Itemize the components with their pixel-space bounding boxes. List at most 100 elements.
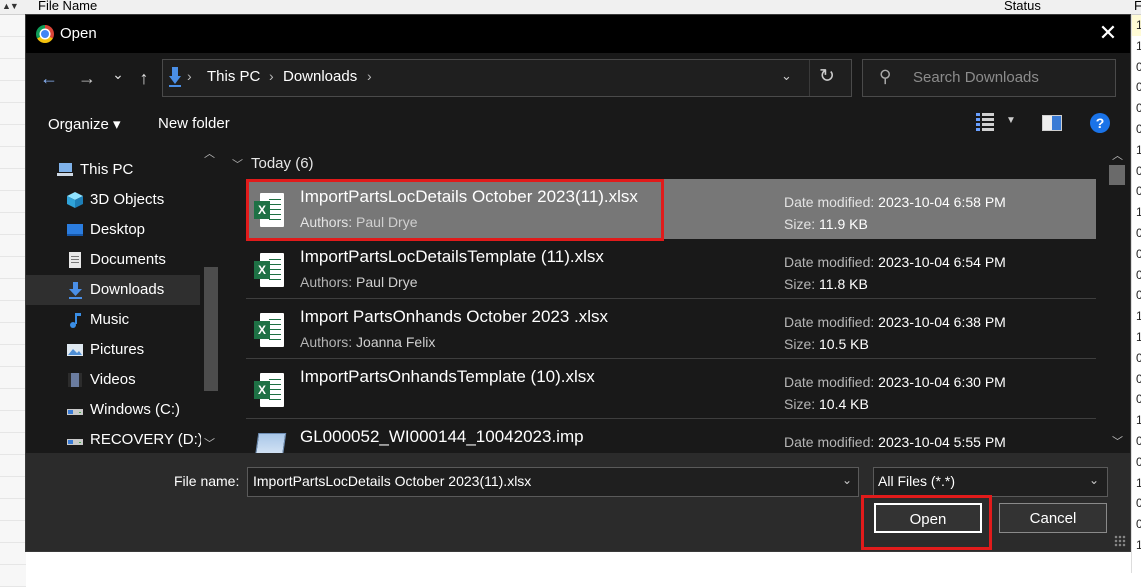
file-row[interactable]: X Import PartsOnhands October 2023 .xlsx A… [246, 299, 1096, 359]
dialog-title: Open [60, 25, 97, 42]
background-row [0, 521, 26, 543]
file-date-modified: Date modified: 2023-10-04 6:38 PM [784, 314, 1006, 330]
sidebar-item-downloads[interactable]: Downloads [26, 275, 200, 305]
file-row[interactable]: GL000052_WI000144_10042023.imp Date modif… [246, 419, 1096, 453]
background-row-strip [0, 15, 26, 587]
file-row[interactable]: X ImportPartsLocDetails October 2023(11).… [246, 179, 1096, 239]
chevron-down-icon[interactable]: ⌄ [1089, 473, 1099, 487]
group-header-today[interactable]: ﹀ Today (6) [232, 155, 314, 172]
file-name[interactable]: Import PartsOnhands October 2023 .xlsx [300, 307, 608, 327]
excel-file-icon: X [254, 373, 284, 407]
background-cell: 0 [1136, 225, 1141, 240]
breadcrumb-separator[interactable]: › [367, 68, 372, 84]
search-input[interactable]: ⚲ Search Downloads [862, 59, 1116, 97]
background-row [0, 565, 26, 587]
file-type-value: All Files (*.*) [878, 473, 956, 489]
close-button[interactable]: ✕ [1096, 19, 1120, 47]
column-header-partial[interactable]: F [1134, 0, 1141, 13]
column-header-file-name[interactable]: File Name [38, 0, 97, 13]
sidebar-item-label: Music [90, 311, 130, 328]
sidebar-item-this-pc[interactable]: This PC [26, 155, 200, 185]
file-name[interactable]: ImportPartsOnhandsTemplate (10).xlsx [300, 367, 595, 387]
address-divider [809, 60, 810, 96]
sort-arrows-icon[interactable]: ▲▼ [2, 1, 19, 11]
column-header-status[interactable]: Status [1004, 0, 1041, 13]
file-list-scrollbar[interactable]: ︿ ﹀ [1106, 143, 1128, 453]
help-icon[interactable]: ? [1090, 113, 1110, 133]
recent-locations-chevron-icon[interactable]: ⌄ [110, 63, 126, 85]
breadcrumb-separator[interactable]: › [269, 68, 274, 84]
breadcrumb-separator[interactable]: › [187, 68, 192, 84]
authors-value: Joanna Felix [356, 334, 436, 350]
size-key: Size: [784, 336, 816, 352]
file-row[interactable]: X ImportPartsOnhandsTemplate (10).xlsx Dat… [246, 359, 1096, 419]
address-bar[interactable]: › This PC › Downloads › ⌄ ↻ [162, 59, 852, 97]
up-arrow-icon[interactable]: ↑ [134, 67, 154, 89]
address-dropdown-icon[interactable]: ⌄ [781, 68, 792, 84]
breadcrumb-this-pc[interactable]: This PC [207, 68, 260, 85]
scroll-up-icon[interactable]: ︿ [1112, 147, 1123, 163]
file-size: Size: 10.5 KB [784, 336, 869, 352]
chevron-down-icon[interactable]: ⌄ [842, 473, 852, 487]
cancel-button[interactable]: Cancel [999, 503, 1107, 533]
size-key: Size: [784, 216, 816, 232]
sidebar-item-music[interactable]: Music [26, 305, 200, 335]
computer-icon [56, 161, 74, 179]
scrollbar-thumb[interactable] [204, 267, 218, 391]
sidebar-item-pictures[interactable]: Pictures [26, 335, 200, 365]
date-value: 2023-10-04 5:55 PM [878, 434, 1006, 450]
file-type-select[interactable]: All Files (*.*) ⌄ [873, 467, 1108, 497]
size-value: 11.9 KB [819, 216, 868, 232]
file-row[interactable]: X ImportPartsLocDetailsTemplate (11).xlsx… [246, 239, 1096, 299]
background-cell: 0 [1136, 350, 1141, 365]
file-name-value[interactable]: ImportPartsLocDetails October 2023(11).x… [253, 473, 531, 489]
back-arrow-icon[interactable]: ← [38, 67, 60, 89]
background-cell: 0 [1136, 288, 1141, 303]
breadcrumb-downloads[interactable]: Downloads [283, 68, 357, 85]
size-value: 11.8 KB [819, 276, 868, 292]
resize-grip-icon[interactable] [1114, 535, 1126, 547]
background-cell: 0 [1136, 496, 1141, 511]
refresh-icon[interactable]: ↻ [819, 65, 835, 88]
organize-menu-button[interactable]: Organize ▾ [48, 115, 121, 133]
background-row [0, 147, 26, 169]
sidebar-item-desktop[interactable]: Desktop [26, 215, 200, 245]
sidebar-item-windows-c[interactable]: Windows (C:) [26, 395, 200, 425]
file-name[interactable]: ImportPartsLocDetailsTemplate (11).xlsx [300, 247, 604, 267]
sidebar-item-3d-objects[interactable]: 3D Objects [26, 185, 200, 215]
preview-pane-icon[interactable] [1042, 115, 1062, 131]
new-folder-button[interactable]: New folder [158, 115, 230, 132]
scroll-down-icon[interactable]: ﹀ [1112, 433, 1123, 449]
file-name[interactable]: ImportPartsLocDetails October 2023(11).x… [300, 187, 638, 207]
background-cell: 1 [1136, 205, 1141, 220]
cube-icon [66, 191, 84, 209]
background-row [0, 257, 26, 279]
imp-file-icon [253, 433, 287, 453]
file-date-modified: Date modified: 2023-10-04 6:54 PM [784, 254, 1006, 270]
music-icon [66, 311, 84, 329]
documents-icon [66, 251, 84, 269]
authors-key: Authors: [300, 334, 353, 350]
forward-arrow-icon[interactable]: → [76, 67, 98, 89]
file-name[interactable]: GL000052_WI000144_10042023.imp [300, 427, 584, 447]
view-details-icon[interactable] [976, 113, 994, 131]
sidebar-item-videos[interactable]: Videos [26, 365, 200, 395]
navigation-pane-scrollbar[interactable]: ︿ ﹀ [201, 143, 221, 453]
view-dropdown-icon[interactable]: ▼ [1006, 115, 1016, 126]
background-row [0, 279, 26, 301]
collapse-chevron-icon[interactable]: ﹀ [232, 159, 243, 171]
scroll-down-icon[interactable]: ﹀ [204, 435, 215, 451]
background-row [0, 411, 26, 433]
size-value: 10.5 KB [819, 336, 869, 352]
date-key: Date modified: [784, 434, 875, 450]
date-value: 2023-10-04 6:58 PM [878, 194, 1006, 210]
scroll-up-icon[interactable]: ︿ [204, 145, 215, 161]
sidebar-item-recovery-d[interactable]: RECOVERY (D:) [26, 425, 203, 453]
sidebar-item-label: Desktop [90, 221, 146, 238]
open-button[interactable]: Open [874, 503, 982, 533]
background-row [0, 59, 26, 81]
file-name-field[interactable]: ImportPartsLocDetails October 2023(11).x… [247, 467, 859, 497]
sidebar-item-documents[interactable]: Documents [26, 245, 200, 275]
desktop-icon [66, 221, 84, 239]
scrollbar-thumb[interactable] [1109, 165, 1125, 185]
